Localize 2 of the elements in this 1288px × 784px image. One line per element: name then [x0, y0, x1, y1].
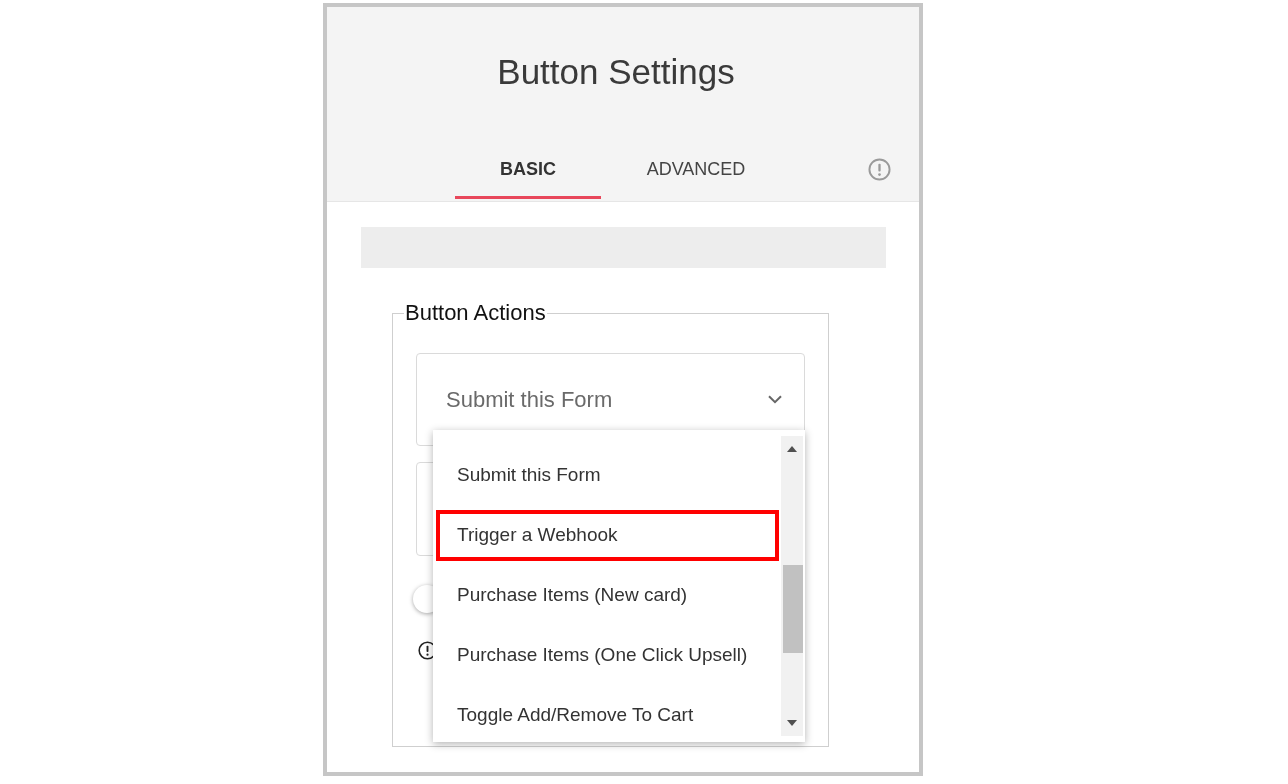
- panel-title: Button Settings: [497, 51, 735, 93]
- group-legend: Button Actions: [404, 300, 547, 326]
